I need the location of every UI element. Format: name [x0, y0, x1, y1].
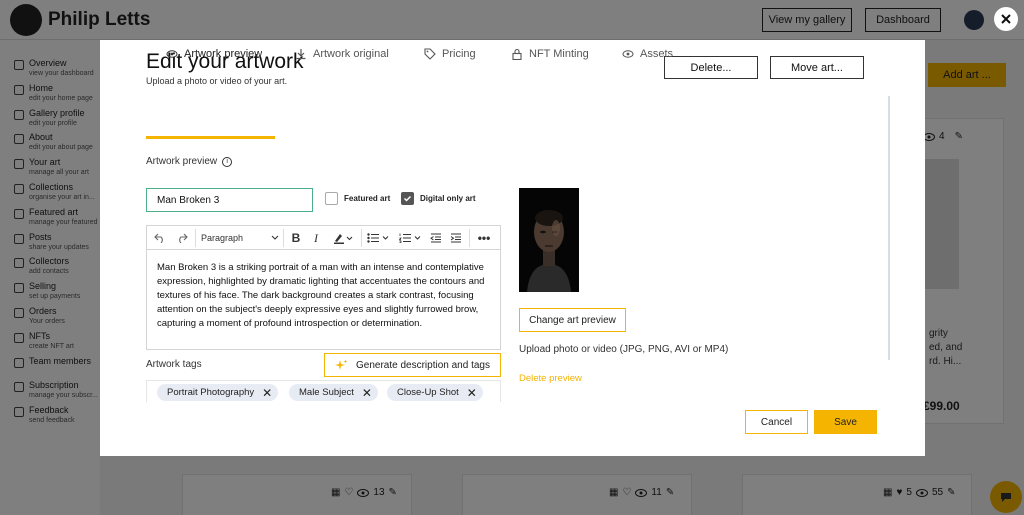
redo-icon[interactable]	[173, 229, 191, 247]
description-text[interactable]: Man Broken 3 is a striking portrait of a…	[157, 261, 487, 331]
toolbar-divider	[469, 229, 470, 247]
toolbar-divider	[283, 229, 284, 247]
tab-label: NFT Minting	[529, 48, 589, 60]
edit-artwork-modal: Edit your artwork Upload a photo or vide…	[100, 40, 925, 456]
outdent-icon[interactable]	[427, 229, 445, 247]
description-editor[interactable]: Paragraph B I ••• Man Broken 3 is a stri…	[146, 225, 501, 350]
digital-only-checkbox[interactable]: Digital only art	[401, 192, 476, 205]
tag-chip: Male Subject ✕	[289, 384, 378, 401]
more-options-icon[interactable]: •••	[475, 229, 493, 247]
tab-label: Pricing	[442, 48, 476, 60]
close-icon	[1001, 14, 1011, 24]
toolbar-divider	[361, 229, 362, 247]
sparkle-icon	[335, 359, 348, 370]
bold-icon[interactable]: B	[287, 229, 305, 247]
scrollbar[interactable]	[888, 96, 890, 360]
artwork-name-input[interactable]: Man Broken 3	[146, 188, 313, 212]
cancel-button[interactable]: Cancel	[745, 410, 808, 434]
tab-label: Artwork preview	[184, 48, 263, 60]
check-icon	[403, 195, 412, 202]
active-tab-indicator	[146, 136, 275, 139]
tags-field[interactable]: Portrait Photography ✕ Male Subject ✕ Cl…	[146, 380, 501, 402]
remove-tag-icon[interactable]: ✕	[362, 387, 372, 399]
chevron-down-icon	[271, 235, 279, 240]
tags-label: Artwork tags	[146, 359, 202, 370]
tag-label: Portrait Photography	[167, 387, 255, 398]
text-color-button[interactable]	[329, 229, 357, 247]
indent-icon[interactable]	[447, 229, 465, 247]
tab-label: Assets	[640, 48, 674, 60]
undo-icon[interactable]	[151, 229, 169, 247]
lock-icon	[512, 48, 522, 60]
artwork-preview-image	[519, 188, 579, 292]
numbered-list-button[interactable]	[397, 229, 425, 247]
checkbox-label: Digital only art	[420, 194, 476, 203]
upload-hint: Upload photo or video (JPG, PNG, AVI or …	[519, 344, 729, 355]
section-label: Artwork preview i	[146, 156, 233, 167]
tab-assets[interactable]: Assets	[622, 40, 673, 72]
tab-label: Artwork original	[313, 48, 389, 60]
highlight-icon	[334, 234, 353, 244]
tab-artwork-preview[interactable]: Artwork preview	[166, 40, 262, 72]
bulleted-list-button[interactable]	[365, 229, 393, 247]
tag-icon	[424, 48, 436, 60]
generate-description-button[interactable]: Generate description and tags	[324, 353, 501, 377]
checkbox-box[interactable]	[325, 192, 338, 205]
close-modal-button[interactable]	[994, 7, 1018, 31]
eye-icon	[166, 50, 178, 58]
download-icon	[296, 49, 306, 60]
paragraph-select[interactable]: Paragraph	[201, 229, 279, 247]
modal-subtitle: Upload a photo or video of your art.	[146, 76, 288, 86]
toolbar-divider	[195, 229, 196, 247]
tag-chip: Close-Up Shot ✕	[387, 384, 483, 401]
info-icon[interactable]: i	[222, 156, 233, 167]
tab-pricing[interactable]: Pricing	[424, 40, 476, 72]
bulleted-list-icon	[367, 233, 389, 243]
tag-label: Close-Up Shot	[397, 387, 459, 398]
delete-preview-link[interactable]: Delete preview	[519, 373, 582, 384]
tag-chip: Portrait Photography ✕	[157, 384, 279, 401]
italic-icon[interactable]: I	[307, 229, 325, 247]
paragraph-select-label: Paragraph	[201, 233, 244, 243]
editor-toolbar: Paragraph B I •••	[147, 226, 500, 250]
eye-icon	[622, 50, 634, 58]
tag-label: Male Subject	[299, 387, 354, 398]
section-label-text: Artwork preview	[146, 156, 218, 167]
checkbox-box[interactable]	[401, 192, 414, 205]
tab-nft-minting[interactable]: NFT Minting	[511, 40, 589, 72]
remove-tag-icon[interactable]: ✕	[262, 387, 272, 399]
delete-artwork-button[interactable]: Delete...	[664, 56, 758, 79]
tab-artwork-original[interactable]: Artwork original	[295, 40, 389, 72]
change-preview-button[interactable]: Change art preview	[519, 308, 626, 332]
remove-tag-icon[interactable]: ✕	[467, 387, 477, 399]
move-art-button[interactable]: Move art...	[770, 56, 864, 79]
featured-art-checkbox[interactable]: Featured art	[325, 192, 390, 205]
checkbox-label: Featured art	[344, 194, 391, 203]
numbered-list-icon	[399, 233, 421, 243]
save-button[interactable]: Save	[814, 410, 877, 434]
generate-label: Generate description and tags	[356, 359, 490, 371]
